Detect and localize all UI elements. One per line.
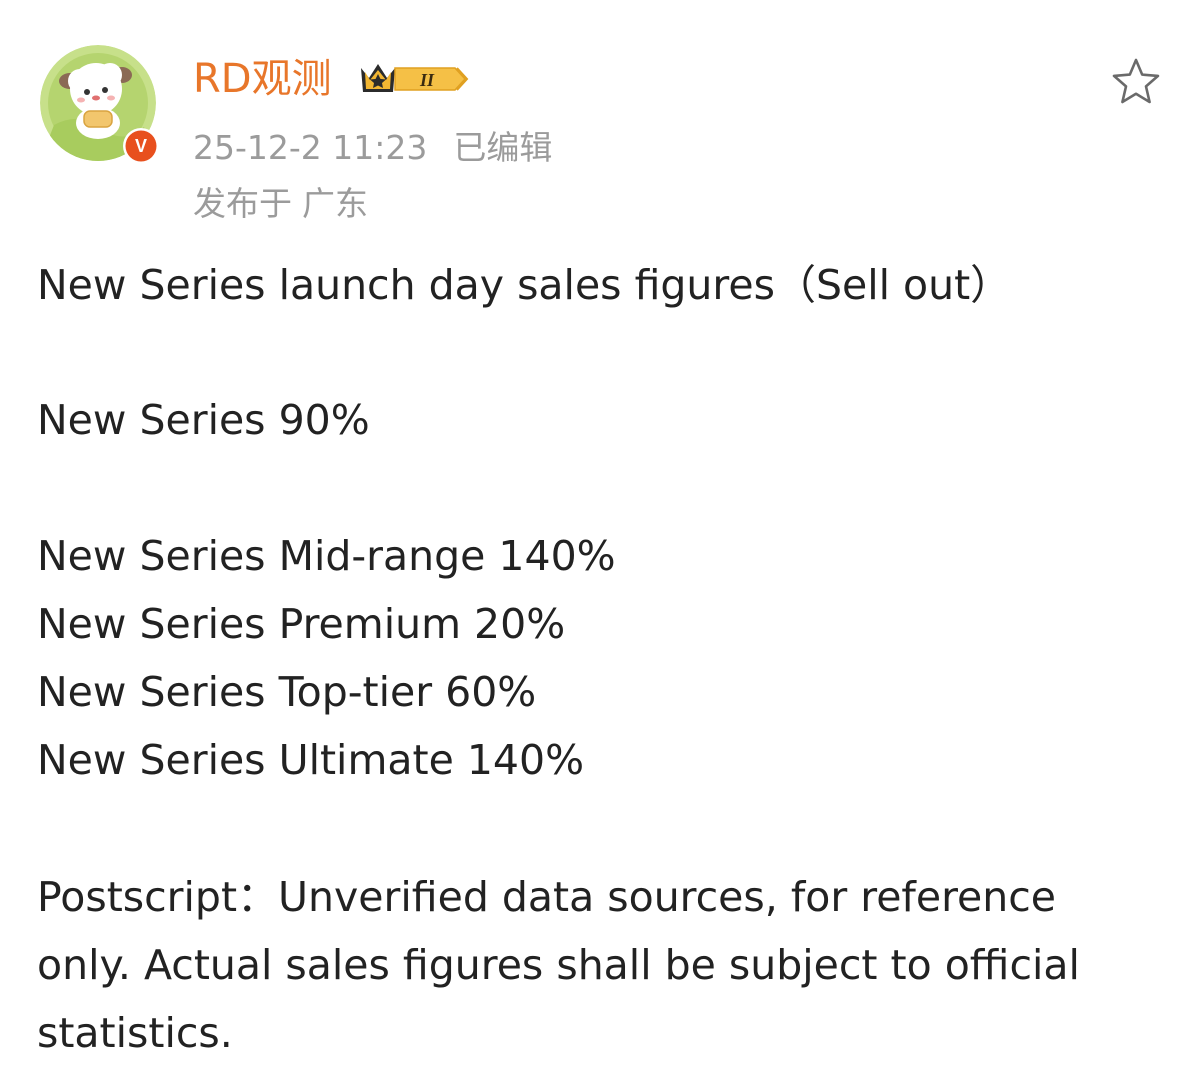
postscript-line-3: statistics.	[37, 1009, 233, 1057]
post-item-ultimate: New Series Ultimate 140%	[37, 736, 585, 784]
weibo-post: V RD观测 II 25-12-2 11:23 已编辑 发布于 广东 New Ser…	[0, 0, 1200, 1087]
post-timestamp: 25-12-2 11:23	[193, 128, 428, 167]
edited-label[interactable]: 已编辑	[453, 128, 552, 167]
verified-badge-icon: V	[123, 128, 159, 164]
post-item-top-tier: New Series Top-tier 60%	[37, 668, 537, 716]
location-value: 广东	[302, 184, 368, 223]
favorite-star-icon[interactable]	[1110, 56, 1162, 108]
post-location: 发布于 广东	[193, 182, 368, 226]
post-headline: New Series launch day sales figures（Sell…	[37, 261, 1012, 309]
location-label: 发布于	[193, 184, 292, 223]
post-overall: New Series 90%	[37, 396, 370, 444]
author-name[interactable]: RD观测	[193, 54, 332, 104]
post-item-premium: New Series Premium 20%	[37, 600, 566, 648]
postscript-line-1: Postscript：Unverified data sources, for …	[37, 873, 1057, 921]
post-meta: 25-12-2 11:23 已编辑	[193, 126, 552, 170]
author-avatar[interactable]: V	[40, 45, 159, 164]
postscript-line-2: only. Actual sales figures shall be subj…	[37, 941, 1080, 989]
crown-level-badge-icon[interactable]: II	[357, 58, 471, 100]
level-label: II	[419, 70, 435, 90]
post-item-mid-range: New Series Mid-range 140%	[37, 532, 616, 580]
verified-letter: V	[135, 136, 147, 156]
